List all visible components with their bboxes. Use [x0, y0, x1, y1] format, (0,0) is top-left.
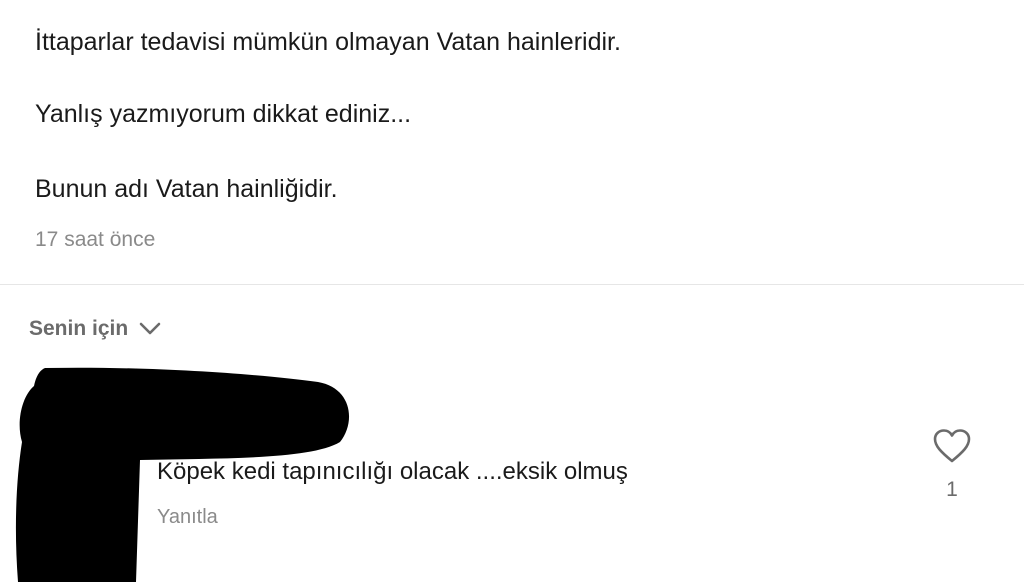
- reply-button[interactable]: Yanıtla: [157, 506, 218, 529]
- comment-text: Köpek kedi tapınıcılığı olacak ....eksik…: [157, 458, 628, 485]
- post-text-line-3: Bunun adı Vatan hainliğidir.: [35, 175, 338, 203]
- sort-dropdown[interactable]: Senin için: [29, 317, 162, 341]
- post-text-line-2: Yanlış yazmıyorum dikkat ediniz...: [35, 100, 412, 128]
- divider: [0, 284, 1024, 285]
- chevron-down-icon: [138, 321, 162, 337]
- sort-label: Senin için: [29, 317, 129, 340]
- like-button[interactable]: [931, 427, 973, 465]
- post-timestamp: 17 saat önce: [35, 228, 156, 251]
- page: İttaparlar tedavisi mümkün olmayan Vatan…: [0, 0, 1024, 582]
- like-count: 1: [946, 478, 958, 501]
- post-text-line-1: İttaparlar tedavisi mümkün olmayan Vatan…: [35, 28, 621, 56]
- heart-outline-icon: [931, 429, 973, 469]
